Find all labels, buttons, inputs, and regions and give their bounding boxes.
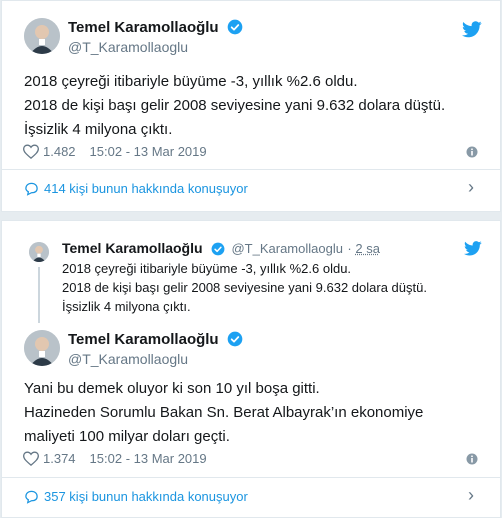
author-handle[interactable]: @T_Karamollaoglu bbox=[68, 351, 188, 367]
quoted-time[interactable]: 2 sa bbox=[355, 241, 380, 256]
author-name-text: Temel Karamollaoğlu bbox=[68, 331, 219, 348]
tweet-meta: 1.374 15:02 - 13 Mar 2019 bbox=[23, 451, 207, 466]
heart-icon[interactable] bbox=[23, 144, 39, 159]
tweet-meta: 1.482 15:02 - 13 Mar 2019 bbox=[23, 144, 207, 159]
info-icon[interactable] bbox=[466, 453, 478, 465]
tweet-text-line: İşsizlik 4 milyona çıktı. bbox=[24, 121, 173, 138]
tweet-card-1: Temel Karamollaoğlu @T_Karamollaoglu 201… bbox=[1, 0, 501, 212]
conversation-text: 357 kişi bunun hakkında konuşuyor bbox=[44, 489, 248, 504]
verified-badge-icon bbox=[211, 242, 225, 256]
conversation-link[interactable]: 414 kişi bunun hakkında konuşuyor bbox=[24, 181, 248, 196]
verified-badge-icon bbox=[227, 19, 243, 35]
twitter-bird-icon[interactable] bbox=[462, 21, 482, 38]
avatar[interactable] bbox=[29, 242, 49, 262]
twitter-bird-icon[interactable] bbox=[464, 241, 482, 256]
tweet-text-line: maliyeti 100 milyar doları geçti. bbox=[24, 428, 230, 445]
author-name[interactable]: Temel Karamollaoğlu bbox=[68, 331, 243, 348]
tweet-text-line: Yani bu demek oluyor ki son 10 yıl boşa … bbox=[24, 380, 320, 397]
conversation-link[interactable]: 357 kişi bunun hakkında konuşuyor bbox=[24, 489, 248, 504]
quoted-text-line: 2018 çeyreği itibariyle büyüme -3, yıllı… bbox=[62, 261, 352, 276]
tweet-text-line: Hazineden Sorumlu Bakan Sn. Berat Albayr… bbox=[24, 404, 424, 421]
author-name-text: Temel Karamollaoğlu bbox=[68, 19, 219, 36]
tweet-card-2: Temel Karamollaoğlu @T_Karamollaoglu · 2… bbox=[1, 220, 501, 518]
like-count[interactable]: 1.482 bbox=[43, 144, 76, 159]
avatar[interactable] bbox=[24, 18, 60, 54]
divider bbox=[2, 169, 500, 170]
heart-icon[interactable] bbox=[23, 451, 39, 466]
info-icon[interactable] bbox=[466, 146, 478, 158]
quoted-text-line: İşsizlik 4 milyona çıktı. bbox=[62, 299, 191, 314]
quoted-text-line: 2018 de kişi başı gelir 2008 seviyesine … bbox=[62, 280, 427, 295]
quoted-header: Temel Karamollaoğlu @T_Karamollaoglu · 2… bbox=[62, 240, 380, 258]
author-handle[interactable]: @T_Karamollaoglu bbox=[68, 39, 188, 55]
author-name[interactable]: Temel Karamollaoğlu bbox=[68, 19, 243, 36]
conversation-text: 414 kişi bunun hakkında konuşuyor bbox=[44, 181, 248, 196]
tweet-text-line: 2018 çeyreği itibariyle büyüme -3, yıllı… bbox=[24, 73, 358, 90]
divider bbox=[2, 477, 500, 478]
tweet-timestamp[interactable]: 15:02 - 13 Mar 2019 bbox=[90, 144, 207, 159]
tweet-timestamp[interactable]: 15:02 - 13 Mar 2019 bbox=[90, 451, 207, 466]
chevron-right-icon[interactable]: › bbox=[468, 485, 474, 506]
chat-bubble-icon bbox=[25, 182, 38, 196]
verified-badge-icon bbox=[227, 331, 243, 347]
thread-line bbox=[38, 267, 40, 323]
chevron-right-icon[interactable]: › bbox=[468, 177, 474, 198]
tweet-text-line: 2018 de kişi başı gelir 2008 seviyesine … bbox=[24, 97, 446, 114]
quoted-author-handle[interactable]: @T_Karamollaoglu bbox=[231, 241, 342, 256]
like-count[interactable]: 1.374 bbox=[43, 451, 76, 466]
avatar[interactable] bbox=[24, 330, 60, 366]
chat-bubble-icon bbox=[25, 490, 38, 504]
quoted-author-name[interactable]: Temel Karamollaoğlu bbox=[62, 240, 203, 256]
